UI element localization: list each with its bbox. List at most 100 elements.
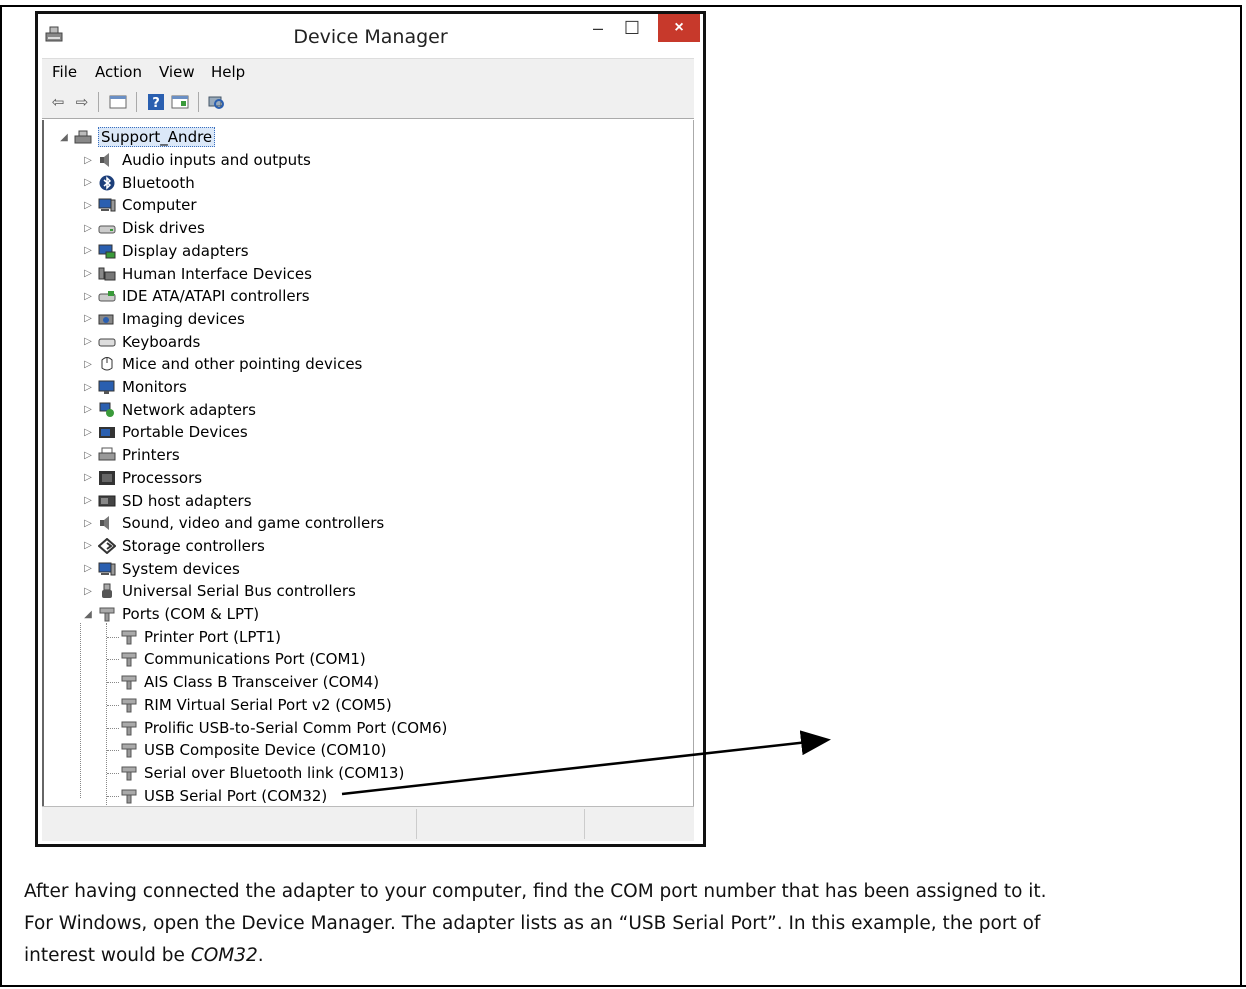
collapse-arrow-icon[interactable]: ◢ — [58, 132, 70, 143]
port-item[interactable]: Printer Port (LPT1) — [120, 626, 281, 648]
expand-arrow-icon[interactable]: ▷ — [82, 495, 94, 506]
show-hide-tree-icon[interactable] — [108, 92, 128, 112]
tree-category-label: Mice and other pointing devices — [122, 355, 363, 374]
tree-category-label: Imaging devices — [122, 309, 245, 328]
expand-arrow-icon[interactable]: ▷ — [82, 472, 94, 483]
expand-arrow-icon[interactable]: ▷ — [82, 586, 94, 597]
tree-category-label: Bluetooth — [122, 173, 195, 192]
hid-icon — [98, 267, 116, 280]
caption-line-3: interest would be COM32. — [24, 940, 1234, 972]
tree-category[interactable]: ▷ IDE ATA/ATAPI controllers — [82, 285, 309, 307]
expand-arrow-icon[interactable]: ▷ — [82, 336, 94, 347]
menu-file[interactable]: File — [52, 63, 77, 81]
port-item[interactable]: RIM Virtual Serial Port v2 (COM5) — [120, 694, 392, 716]
tree-category[interactable]: ▷ Imaging devices — [82, 308, 245, 330]
scan-hardware-icon[interactable] — [206, 92, 226, 112]
tree-category[interactable]: ▷ Mice and other pointing devices — [82, 353, 362, 375]
port-item[interactable]: Serial over Bluetooth link (COM13) — [120, 762, 404, 784]
expand-arrow-icon[interactable]: ▷ — [82, 404, 94, 415]
status-bar — [42, 806, 694, 841]
expand-arrow-icon[interactable]: ▷ — [82, 427, 94, 438]
port-item-label: AIS Class B Transceiver (COM4) — [144, 673, 380, 692]
tree-connector — [107, 704, 119, 706]
tree-category-label: Monitors — [122, 378, 187, 396]
port-icon — [121, 630, 137, 645]
expand-arrow-icon[interactable]: ▷ — [82, 450, 94, 461]
expand-arrow-icon[interactable]: ▷ — [82, 540, 94, 551]
expand-arrow-icon[interactable]: ▷ — [82, 359, 94, 370]
tree-category[interactable]: ▷ Disk drives — [82, 217, 205, 239]
speaker-icon — [100, 153, 109, 167]
expand-arrow-icon[interactable]: ▷ — [82, 177, 94, 188]
ide-controller-icon — [98, 291, 116, 302]
display-adapter-icon — [98, 244, 116, 259]
tree-category[interactable]: ▷ Monitors — [82, 376, 187, 398]
expand-arrow-icon[interactable]: ▷ — [82, 518, 94, 529]
properties-icon[interactable] — [170, 92, 190, 112]
toolbar: ⇦ ⇨ ? — [42, 86, 694, 119]
expand-arrow-icon[interactable]: ▷ — [82, 313, 94, 324]
status-divider — [416, 809, 417, 839]
close-button[interactable]: × — [658, 14, 700, 42]
port-item[interactable]: USB Serial Port (COM32) — [120, 785, 327, 807]
expand-arrow-icon[interactable]: ▷ — [82, 563, 94, 574]
expand-arrow-icon[interactable]: ▷ — [82, 291, 94, 302]
expand-arrow-icon[interactable]: ▷ — [82, 200, 94, 211]
tree-category[interactable]: ▷ Computer — [82, 194, 197, 216]
tree-category[interactable]: ▷ Universal Serial Bus controllers — [82, 580, 356, 602]
menu-action[interactable]: Action — [95, 63, 142, 81]
tree-category[interactable]: ▷ Processors — [82, 467, 202, 489]
forward-arrow-icon[interactable]: ⇨ — [72, 92, 92, 112]
svg-text:?: ? — [152, 96, 160, 111]
device-tree[interactable]: ◢ Support_Andre ▷ Audio inputs and output… — [42, 120, 694, 806]
tree-category-ports[interactable]: ◢ Ports (COM & LPT) — [82, 603, 259, 625]
title-bar[interactable]: Device Manager – ☐ × — [38, 14, 703, 58]
menu-view[interactable]: View — [159, 63, 195, 81]
printer-icon — [98, 447, 116, 461]
expand-arrow-icon[interactable]: ▷ — [82, 268, 94, 279]
tree-category[interactable]: ▷ Bluetooth — [82, 172, 195, 194]
port-item-label: Serial over Bluetooth link (COM13) — [144, 763, 405, 782]
tree-category-label: Computer — [122, 196, 197, 215]
tree-category[interactable]: ▷ SD host adapters — [82, 490, 251, 512]
tree-root[interactable]: ◢ Support_Andre — [58, 126, 216, 148]
port-icon — [121, 743, 137, 758]
processor-icon — [99, 470, 115, 485]
expand-arrow-icon[interactable]: ▷ — [82, 155, 94, 166]
collapse-arrow-icon[interactable]: ◢ — [82, 609, 94, 620]
port-item[interactable]: AIS Class B Transceiver (COM4) — [120, 671, 379, 693]
tree-category[interactable]: ▷ Keyboards — [82, 331, 200, 353]
port-item[interactable]: USB Composite Device (COM10) — [120, 739, 386, 761]
port-icon — [121, 675, 137, 690]
help-icon[interactable]: ? — [146, 92, 166, 112]
port-icon — [121, 789, 137, 804]
tree-category[interactable]: ▷ Network adapters — [82, 399, 256, 421]
port-icon — [99, 607, 115, 622]
tree-category[interactable]: ▷ System devices — [82, 558, 240, 580]
back-arrow-icon[interactable]: ⇦ — [48, 92, 68, 112]
caption-emphasis: COM32 — [190, 945, 258, 966]
tree-category[interactable]: ▷ Portable Devices — [82, 421, 248, 443]
tree-category[interactable]: ▷ Audio inputs and outputs — [82, 149, 311, 171]
tree-category-label: Universal Serial Bus controllers — [122, 582, 356, 601]
maximize-button[interactable]: ☐ — [615, 14, 649, 42]
port-item[interactable]: Prolific USB-to-Serial Comm Port (COM6) — [120, 717, 447, 739]
tree-connector — [107, 636, 119, 638]
tree-category[interactable]: ▷ Human Interface Devices — [82, 263, 312, 285]
tree-category-label: Printers — [122, 446, 180, 465]
menu-help[interactable]: Help — [211, 63, 245, 81]
expand-arrow-icon[interactable]: ▷ — [82, 382, 94, 393]
divider — [0, 985, 1246, 987]
minimize-button[interactable]: – — [581, 14, 615, 42]
port-item[interactable]: Communications Port (COM1) — [120, 648, 366, 670]
tree-category-label: Processors — [122, 468, 203, 487]
tree-category[interactable]: ▷ Sound, video and game controllers — [82, 512, 384, 534]
expand-arrow-icon[interactable]: ▷ — [82, 223, 94, 234]
expand-arrow-icon[interactable]: ▷ — [82, 245, 94, 256]
storage-icon — [98, 537, 116, 554]
toolbar-separator — [136, 92, 137, 112]
tree-category[interactable]: ▷ Storage controllers — [82, 535, 265, 557]
tree-category[interactable]: ▷ Display adapters — [82, 240, 248, 262]
tree-category[interactable]: ▷ Printers — [82, 444, 180, 466]
computer-icon — [98, 562, 116, 576]
